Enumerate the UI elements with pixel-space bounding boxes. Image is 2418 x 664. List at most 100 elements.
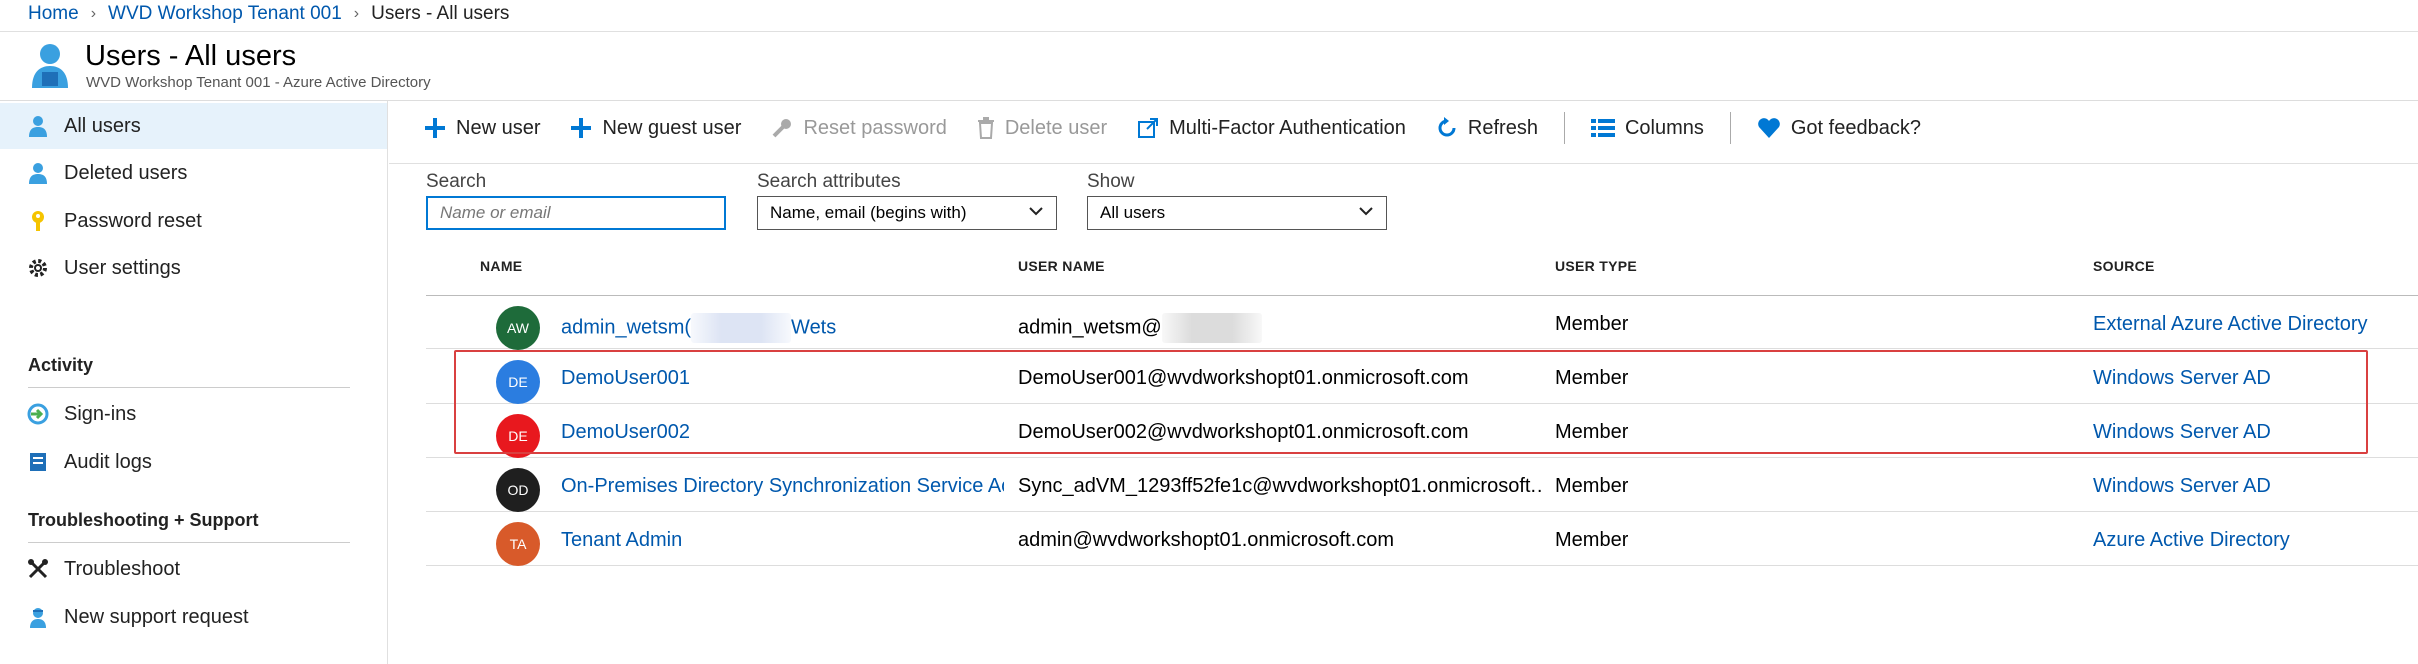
sidebar-item-audit-logs[interactable]: Audit logs bbox=[0, 439, 387, 485]
user-name-part: Wets bbox=[791, 316, 837, 339]
plus-icon bbox=[571, 118, 592, 138]
command-bar: New user New guest user Reset password D… bbox=[424, 108, 1951, 148]
search-label: Search bbox=[426, 171, 487, 192]
table-row[interactable]: DE DemoUser001 DemoUser001@wvdworkshopt0… bbox=[426, 350, 2418, 404]
sidebar-item-user-settings[interactable]: User settings bbox=[0, 245, 387, 291]
column-header-source[interactable]: SOURCE bbox=[2093, 258, 2155, 274]
sidebar-item-all-users[interactable]: All users bbox=[0, 103, 387, 149]
mfa-label: Multi-Factor Authentication bbox=[1169, 116, 1406, 139]
avatar: TA bbox=[496, 522, 540, 566]
user-principal-name: admin@wvdworkshopt01.onmicrosoft.com bbox=[1018, 529, 1395, 551]
sidebar-item-label: New support request bbox=[64, 605, 249, 628]
source-link[interactable]: Azure Active Directory bbox=[2093, 529, 2290, 552]
new-user-button[interactable]: New user bbox=[424, 117, 540, 140]
sidebar-item-troubleshoot[interactable]: Troubleshoot bbox=[0, 546, 387, 592]
feedback-label: Got feedback? bbox=[1790, 116, 1921, 139]
breadcrumb-current: Users - All users bbox=[371, 3, 510, 24]
sign-in-icon bbox=[26, 402, 50, 426]
user-name-link[interactable]: admin_wetsm( Wets bbox=[561, 313, 836, 343]
columns-label: Columns bbox=[1624, 116, 1704, 139]
avatar: DE bbox=[496, 414, 540, 458]
column-header-name[interactable]: NAME bbox=[480, 258, 522, 274]
breadcrumb-tenant[interactable]: WVD Workshop Tenant 001 bbox=[108, 3, 342, 25]
column-header-user-type[interactable]: USER TYPE bbox=[1555, 258, 1637, 274]
sidebar-item-label: Audit logs bbox=[64, 450, 152, 473]
new-guest-user-label: New guest user bbox=[602, 116, 742, 139]
sidebar-item-label: User settings bbox=[64, 256, 181, 279]
source-link[interactable]: Windows Server AD bbox=[2093, 421, 2271, 444]
gear-icon bbox=[26, 256, 50, 280]
support-heading: Troubleshooting + Support bbox=[28, 510, 259, 530]
search-placeholder: Name or email bbox=[440, 203, 551, 222]
user-type: Member bbox=[1555, 367, 1629, 389]
sidebar-item-label: Password reset bbox=[64, 209, 202, 232]
reset-password-button[interactable]: Reset password bbox=[771, 117, 947, 140]
sidebar: « All users Deleted users Password reset… bbox=[0, 101, 388, 664]
toolbar-divider bbox=[1729, 112, 1731, 144]
external-link-icon bbox=[1138, 118, 1159, 138]
table-row[interactable]: DE DemoUser002 DemoUser002@wvdworkshopt0… bbox=[426, 404, 2418, 458]
refresh-icon bbox=[1438, 117, 1456, 137]
divider bbox=[389, 163, 2418, 164]
mfa-button[interactable]: Multi-Factor Authentication bbox=[1137, 117, 1406, 140]
toolbar-divider bbox=[1563, 112, 1565, 144]
sidebar-item-label: Sign-ins bbox=[64, 402, 137, 425]
columns-icon bbox=[1590, 119, 1615, 137]
search-attributes-value: Name, email (begins with) bbox=[770, 203, 967, 222]
feedback-button[interactable]: Got feedback? bbox=[1757, 117, 1921, 140]
column-header-user-name[interactable]: USER NAME bbox=[1018, 258, 1105, 274]
user-name-link[interactable]: DemoUser002 bbox=[561, 421, 690, 444]
sidebar-item-sign-ins[interactable]: Sign-ins bbox=[0, 391, 387, 437]
breadcrumb-home[interactable]: Home bbox=[28, 3, 79, 25]
sidebar-item-deleted-users[interactable]: Deleted users bbox=[0, 150, 387, 196]
user-type: Member bbox=[1555, 529, 1629, 551]
divider bbox=[0, 31, 2418, 32]
table-row[interactable]: OD On-Premises Directory Synchronization… bbox=[426, 458, 2418, 512]
redacted-text bbox=[1161, 313, 1262, 343]
user-principal-name-text: admin_wetsm@ bbox=[1018, 316, 1162, 339]
table-row[interactable]: TA Tenant Admin admin@wvdworkshopt01.onm… bbox=[426, 512, 2418, 566]
new-guest-user-button[interactable]: New guest user bbox=[570, 117, 741, 140]
audit-log-icon bbox=[26, 450, 50, 474]
sidebar-item-label: All users bbox=[64, 114, 141, 137]
users-blade-icon bbox=[32, 44, 68, 88]
user-name-link[interactable]: DemoUser001 bbox=[561, 367, 690, 390]
user-icon bbox=[26, 161, 50, 185]
delete-user-label: Delete user bbox=[1004, 116, 1108, 139]
breadcrumb: Home › WVD Workshop Tenant 001 › Users -… bbox=[28, 0, 509, 28]
activity-heading: Activity bbox=[28, 355, 94, 375]
columns-button[interactable]: Columns bbox=[1590, 116, 1704, 140]
user-principal-name: DemoUser002@wvdworkshopt01.onmicrosoft.c… bbox=[1018, 421, 1469, 443]
user-principal-name: DemoUser001@wvdworkshopt01.onmicrosoft.c… bbox=[1018, 367, 1469, 389]
source-link[interactable]: Windows Server AD bbox=[2093, 367, 2271, 390]
chevron-right-icon: › bbox=[353, 5, 360, 22]
user-icon bbox=[26, 114, 50, 138]
search-attributes-dropdown[interactable]: Name, email (begins with) bbox=[757, 196, 1057, 230]
user-name-part: admin_wetsm( bbox=[561, 316, 692, 339]
key-icon bbox=[26, 209, 50, 233]
delete-user-button[interactable]: Delete user bbox=[977, 117, 1107, 140]
redacted-text bbox=[691, 313, 792, 343]
user-type: Member bbox=[1555, 475, 1629, 497]
source-link[interactable]: Windows Server AD bbox=[2093, 475, 2271, 498]
page-subtitle: WVD Workshop Tenant 001 - Azure Active D… bbox=[86, 74, 431, 91]
sidebar-item-new-support-request[interactable]: New support request bbox=[0, 594, 387, 640]
avatar: OD bbox=[496, 468, 540, 512]
avatar: AW bbox=[496, 306, 540, 350]
user-type: Member bbox=[1555, 421, 1629, 443]
chevron-down-icon bbox=[1359, 207, 1373, 216]
heart-icon bbox=[1758, 118, 1780, 138]
show-dropdown[interactable]: All users bbox=[1087, 196, 1387, 230]
source-link[interactable]: External Azure Active Directory bbox=[2093, 313, 2368, 336]
user-name-link[interactable]: Tenant Admin bbox=[561, 529, 682, 552]
search-input[interactable]: Name or email bbox=[426, 196, 726, 230]
table-row[interactable]: AW admin_wetsm(Wets admin_wetsm@ Member … bbox=[426, 295, 2418, 350]
new-user-label: New user bbox=[456, 116, 541, 139]
show-value: All users bbox=[1100, 203, 1166, 222]
refresh-button[interactable]: Refresh bbox=[1436, 117, 1538, 140]
trash-icon bbox=[977, 117, 994, 139]
divider bbox=[28, 387, 350, 388]
user-name-link[interactable]: On-Premises Directory Synchronization Se… bbox=[561, 475, 1004, 498]
wrench-icon bbox=[26, 557, 50, 581]
sidebar-item-password-reset[interactable]: Password reset bbox=[0, 198, 387, 244]
